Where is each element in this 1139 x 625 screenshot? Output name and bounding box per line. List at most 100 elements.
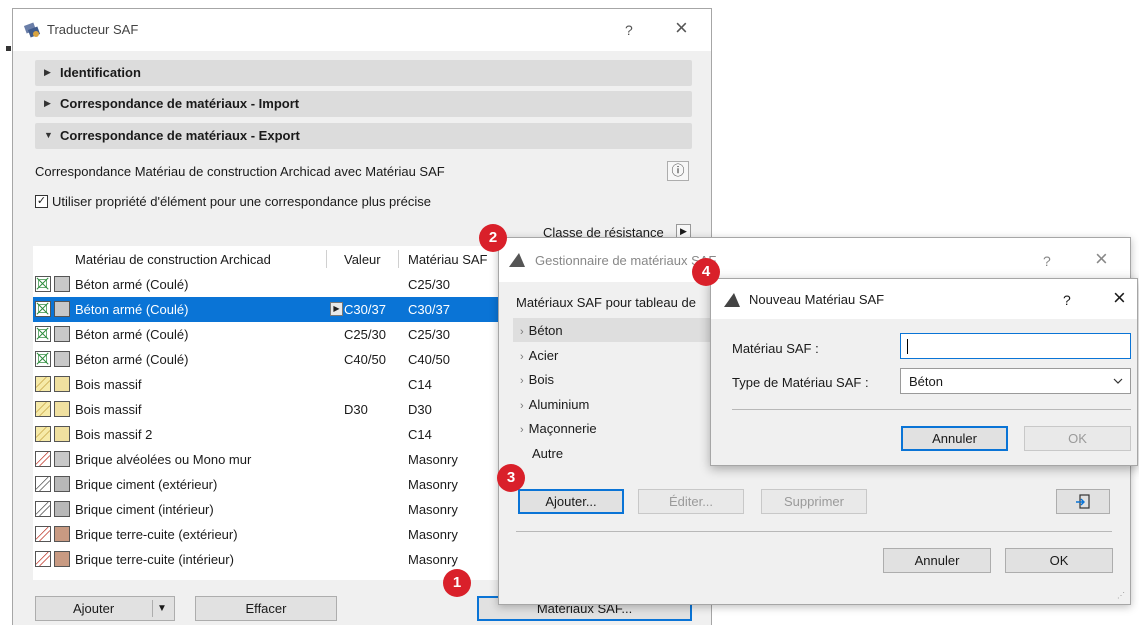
- section-identification[interactable]: ▶ Identification: [35, 60, 692, 86]
- column-header-valeur[interactable]: Valeur: [344, 252, 381, 267]
- material-type-select[interactable]: Béton: [900, 368, 1131, 394]
- column-divider: [326, 250, 327, 268]
- material-category-item[interactable]: › Aluminium: [520, 397, 589, 412]
- expand-arrow-icon: ▶: [44, 98, 51, 108]
- valeur-cell: C40/50: [344, 352, 386, 367]
- info-icon[interactable]: ⓘ: [667, 161, 689, 181]
- chevron-right-icon: ›: [520, 350, 524, 363]
- window-title: Gestionnaire de matériaux SAF: [535, 253, 717, 268]
- material-category-label: Béton: [528, 323, 563, 338]
- table-row[interactable]: Béton armé (Coulé) C25/30 C25/30: [33, 322, 513, 347]
- archicad-material-cell: Bois massif: [75, 402, 142, 417]
- step-badge-2: 2: [479, 224, 507, 252]
- table-row[interactable]: Béton armé (Coulé) ▶ C30/37 C30/37: [33, 297, 513, 322]
- title-bar[interactable]: Nouveau Matériau SAF ? ×: [711, 279, 1137, 319]
- resize-grip-icon[interactable]: ⋰: [1117, 592, 1125, 600]
- fill-color-swatch: [54, 426, 70, 442]
- fill-pattern-swatch: [35, 351, 51, 367]
- collapse-arrow-icon: ▼: [44, 130, 53, 140]
- fill-color-swatch: [54, 451, 70, 467]
- help-button[interactable]: ?: [1043, 253, 1051, 269]
- material-category-label: Aluminium: [528, 396, 590, 412]
- fill-color-swatch: [54, 476, 70, 492]
- window-title: Traducteur SAF: [47, 22, 139, 37]
- split-divider: [152, 600, 153, 617]
- title-bar[interactable]: Gestionnaire de matériaux SAF ? ×: [499, 238, 1130, 282]
- saf-material-cell: D30: [408, 402, 432, 417]
- new-saf-material-dialog: Nouveau Matériau SAF ? × Matériau SAF : …: [710, 278, 1138, 466]
- section-export[interactable]: ▼ Correspondance de matériaux - Export: [35, 123, 692, 149]
- chevron-down-icon[interactable]: ▼: [157, 597, 167, 620]
- saf-material-cell: C14: [408, 377, 432, 392]
- saf-material-cell: C30/37: [408, 302, 450, 317]
- close-button[interactable]: ×: [1113, 285, 1126, 311]
- saf-material-cell: Masonry: [408, 527, 458, 542]
- saf-material-cell: Masonry: [408, 452, 458, 467]
- clear-button[interactable]: Effacer: [195, 596, 337, 621]
- material-category-item[interactable]: › Acier: [520, 348, 558, 363]
- table-row[interactable]: Bois massif C14: [33, 372, 513, 397]
- fill-pattern-swatch: [35, 426, 51, 442]
- table-row[interactable]: Béton armé (Coulé) C25/30: [33, 272, 513, 297]
- fill-color-swatch: [54, 326, 70, 342]
- saf-material-cell: Masonry: [408, 502, 458, 517]
- chevron-right-icon: ›: [520, 424, 524, 436]
- table-row[interactable]: Bois massif D30 D30: [33, 397, 513, 422]
- export-icon-button[interactable]: [1056, 489, 1110, 514]
- table-row[interactable]: Brique terre-cuite (intérieur) Masonry: [33, 547, 513, 572]
- archicad-material-cell: Brique alvéolées ou Mono mur: [75, 452, 252, 467]
- column-header-saf[interactable]: Matériau SAF: [408, 252, 487, 267]
- material-category-item[interactable]: › Béton: [520, 323, 563, 338]
- fill-color-swatch: [54, 501, 70, 517]
- material-mapping-table: Matériau de construction Archicad Valeur…: [33, 246, 513, 580]
- cancel-button[interactable]: Annuler: [883, 548, 991, 573]
- fill-pattern-swatch: [35, 451, 51, 467]
- value-dropdown-arrow-icon[interactable]: ▶: [330, 302, 343, 316]
- saf-material-cell: C25/30: [408, 277, 450, 292]
- archicad-icon: [724, 293, 740, 307]
- material-category-item[interactable]: › Maçonnerie: [520, 421, 597, 436]
- material-name-label: Matériau SAF :: [732, 341, 819, 356]
- close-button[interactable]: ×: [675, 15, 688, 41]
- material-category-label: Autre: [532, 445, 564, 461]
- help-button[interactable]: ?: [1063, 292, 1071, 308]
- cancel-button[interactable]: Annuler: [901, 426, 1008, 451]
- archicad-material-cell: Brique ciment (extérieur): [75, 477, 218, 492]
- archicad-material-cell: Brique ciment (intérieur): [75, 502, 214, 517]
- fill-color-swatch: [54, 401, 70, 417]
- step-badge-4: 4: [692, 258, 720, 286]
- valeur-cell[interactable]: C30/37: [344, 302, 386, 317]
- material-category-item[interactable]: Autre: [520, 446, 563, 461]
- table-row[interactable]: Brique terre-cuite (extérieur) Masonry: [33, 522, 513, 547]
- fill-color-swatch: [54, 551, 70, 567]
- archicad-material-cell: Bois massif 2: [75, 427, 153, 442]
- material-category-label: Maçonnerie: [528, 421, 597, 436]
- add-button[interactable]: Ajouter ▼: [35, 596, 175, 621]
- ok-button[interactable]: OK: [1024, 426, 1131, 451]
- precise-correspondence-checkbox[interactable]: ✓: [35, 195, 48, 208]
- section-import[interactable]: ▶ Correspondance de matériaux - Import: [35, 91, 692, 117]
- help-button[interactable]: ?: [625, 22, 633, 38]
- delete-material-button[interactable]: Supprimer: [761, 489, 867, 514]
- saf-material-cell: C14: [408, 427, 432, 442]
- table-row[interactable]: Béton armé (Coulé) C40/50 C40/50: [33, 347, 513, 372]
- export-description: Correspondance Matériau de construction …: [35, 164, 445, 179]
- edit-material-button[interactable]: Éditer...: [638, 489, 744, 514]
- column-header-archicad[interactable]: Matériau de construction Archicad: [75, 252, 271, 267]
- material-category-label: Acier: [528, 347, 559, 363]
- table-row[interactable]: Brique alvéolées ou Mono mur Masonry: [33, 447, 513, 472]
- ok-button[interactable]: OK: [1005, 548, 1113, 573]
- table-row[interactable]: Bois massif 2 C14: [33, 422, 513, 447]
- material-category-item[interactable]: › Bois: [520, 372, 554, 387]
- table-row[interactable]: Brique ciment (intérieur) Masonry: [33, 497, 513, 522]
- table-row[interactable]: Brique ciment (extérieur) Masonry: [33, 472, 513, 497]
- material-name-input[interactable]: [900, 333, 1131, 359]
- fill-pattern-swatch: [35, 501, 51, 517]
- column-divider: [398, 250, 399, 268]
- archicad-material-cell: Béton armé (Coulé): [75, 302, 189, 317]
- divider: [516, 531, 1112, 532]
- title-bar[interactable]: Traducteur SAF ? ×: [13, 9, 711, 51]
- saf-material-cell: Masonry: [408, 552, 458, 567]
- close-button[interactable]: ×: [1095, 246, 1108, 272]
- add-material-button[interactable]: Ajouter...: [518, 489, 624, 514]
